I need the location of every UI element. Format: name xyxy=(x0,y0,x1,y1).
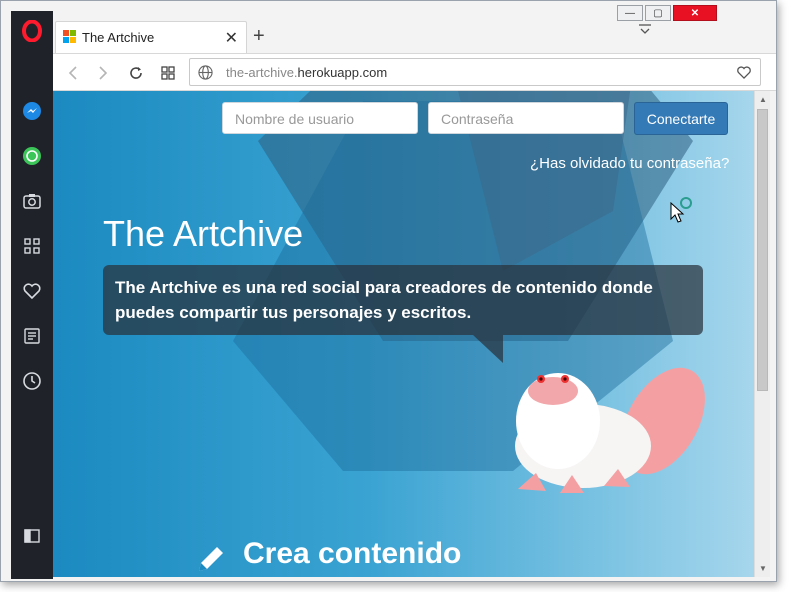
opera-logo-icon[interactable] xyxy=(22,20,42,42)
forward-icon[interactable] xyxy=(93,63,113,83)
tab-grid-icon[interactable] xyxy=(158,63,178,83)
address-bar[interactable]: the-artchive.herokuapp.com xyxy=(189,58,761,86)
url-text: the-artchive.herokuapp.com xyxy=(226,65,387,80)
heart-icon[interactable] xyxy=(22,281,42,301)
tab-the-artchive[interactable]: The Artchive ✕ xyxy=(55,21,247,53)
artchive-favicon-icon xyxy=(63,30,77,44)
hero-title: The Artchive xyxy=(103,213,304,254)
login-button[interactable]: Conectarte xyxy=(634,102,728,135)
new-tab-button[interactable]: + xyxy=(253,25,265,48)
close-button[interactable]: ✕ xyxy=(673,5,717,21)
news-icon[interactable] xyxy=(22,326,42,346)
password-input[interactable]: Contraseña xyxy=(428,102,624,134)
window-controls: — ▢ ✕ xyxy=(617,5,717,21)
tab-title: The Artchive xyxy=(82,30,155,45)
url-domain: herokuapp.com xyxy=(297,65,388,80)
username-input[interactable]: Nombre de usuario xyxy=(222,102,418,134)
scroll-down-icon[interactable]: ▼ xyxy=(759,564,767,573)
tab-close-icon[interactable]: ✕ xyxy=(225,28,238,48)
scrollbar-thumb[interactable] xyxy=(757,109,768,391)
url-prefix: the-artchive. xyxy=(226,65,298,80)
platypus-mascot-illustration xyxy=(515,367,705,493)
mouse-cursor-icon xyxy=(670,197,696,228)
maximize-button[interactable]: ▢ xyxy=(645,5,671,21)
reload-icon[interactable] xyxy=(126,63,146,83)
page-scrollbar[interactable]: ▲ ▼ xyxy=(754,91,770,577)
section-title-create-content: Crea contenido xyxy=(243,537,462,570)
opera-sidebar xyxy=(11,11,53,579)
hero-description: The Artchive es una red social para crea… xyxy=(103,265,703,335)
browser-window: The Artchive ✕ + — ▢ ✕ the-artchive.hero… xyxy=(0,0,777,582)
page-viewport: Nombre de usuario Contraseña Conectarte … xyxy=(53,91,754,577)
camera-icon[interactable] xyxy=(22,191,42,211)
globe-icon xyxy=(198,65,213,85)
bookmark-heart-icon[interactable] xyxy=(736,65,752,85)
messenger-icon[interactable] xyxy=(22,101,42,121)
minimize-button[interactable]: — xyxy=(617,5,643,21)
sidebar-toggle-icon[interactable] xyxy=(22,526,42,546)
navigation-toolbar: the-artchive.herokuapp.com xyxy=(53,53,776,91)
whatsapp-icon[interactable] xyxy=(22,146,42,166)
tab-menu-icon[interactable] xyxy=(638,23,652,42)
speech-bubble-tail xyxy=(473,335,503,363)
speed-dial-icon[interactable] xyxy=(22,236,42,256)
pencil-icon xyxy=(193,541,229,577)
back-icon[interactable] xyxy=(63,63,83,83)
forgot-password-link[interactable]: ¿Has olvidado tu contraseña? xyxy=(530,155,729,172)
scroll-up-icon[interactable]: ▲ xyxy=(759,95,767,104)
history-icon[interactable] xyxy=(22,371,42,391)
